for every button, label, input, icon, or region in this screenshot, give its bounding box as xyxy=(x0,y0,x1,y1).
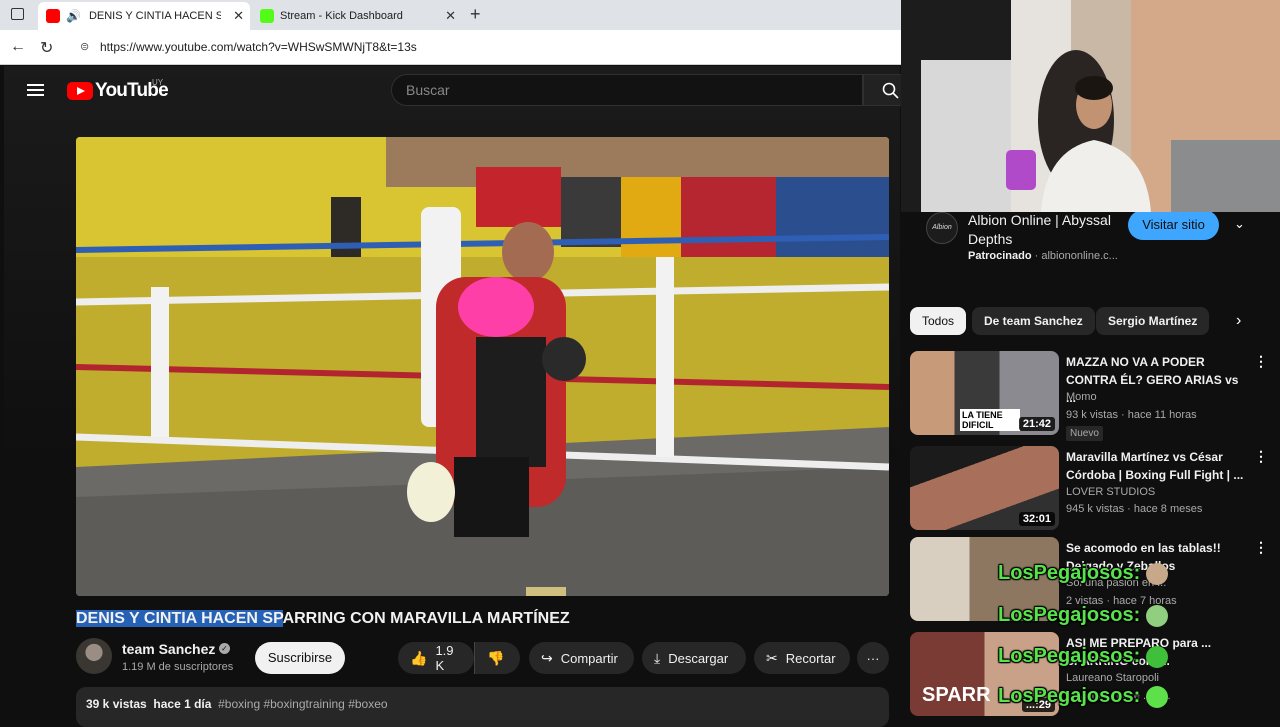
list-item[interactable]: LA TIENE DIFICIL 21:42 MAZZA NO VA A POD… xyxy=(910,351,1270,441)
emote-icon xyxy=(1146,562,1169,585)
webcam-feed xyxy=(901,0,1280,212)
url-text: https://www.youtube.com/watch?v=WHSwSMWN… xyxy=(100,40,417,54)
channel-name: Momo xyxy=(1066,391,1097,403)
video-title-rest: ARRING CON MARAVILLA MARTÍNEZ xyxy=(282,610,570,627)
channel-name: Laureano Staropoli xyxy=(1066,672,1159,684)
duration-badge: 21:42 xyxy=(1018,417,1055,431)
play-logo-icon xyxy=(67,82,93,100)
chat-message: LosPegajosos: xyxy=(998,645,1169,668)
thumbs-down-icon: 👎 xyxy=(487,649,505,666)
subscriber-count: 1.19 M de suscriptores xyxy=(122,661,234,673)
kick-favicon-icon xyxy=(260,9,274,23)
webcam-overlay xyxy=(901,0,1280,212)
channel-avatar[interactable] xyxy=(76,638,112,674)
share-label: Compartir xyxy=(560,650,618,666)
chip-de-team-sanchez[interactable]: De team Sanchez xyxy=(972,307,1095,335)
video-title: Maravilla Martínez vs César Córdoba | Bo… xyxy=(1066,450,1244,482)
video-thumbnail[interactable]: 32:01 xyxy=(910,446,1059,530)
tab-youtube[interactable]: 🔊 DENIS Y CINTIA HACEN SPA ✕ xyxy=(38,2,250,30)
duration-badge: 32:01 xyxy=(1018,512,1055,526)
tab-overview-icon[interactable] xyxy=(11,8,24,20)
tab-kick[interactable]: Stream - Kick Dashboard ✕ xyxy=(252,2,462,30)
hashtags[interactable]: #boxing #boxingtraining #boxeo xyxy=(218,697,387,711)
share-button[interactable]: ↪ Compartir xyxy=(529,642,634,674)
thumbnail-caption: SPARR xyxy=(922,684,991,706)
menu-icon[interactable] xyxy=(27,84,44,96)
new-badge: Nuevo xyxy=(1066,426,1103,441)
chat-message: LosPegajosos: xyxy=(998,562,1169,585)
tab-title: DENIS Y CINTIA HACEN SPA xyxy=(88,10,221,22)
emote-icon xyxy=(1146,645,1169,668)
channel-name[interactable]: team Sanchez xyxy=(122,641,215,657)
chevron-right-icon[interactable]: › xyxy=(1236,312,1241,330)
more-horizontal-icon: ··· xyxy=(866,650,880,666)
speaker-icon[interactable]: 🔊 xyxy=(66,9,81,23)
download-button[interactable]: ⤓ Descargar xyxy=(642,642,746,674)
tab-title: Stream - Kick Dashboard xyxy=(280,10,403,22)
ad-title: Albion Online | Abyssal Depths xyxy=(968,212,1111,247)
thumbnail-caption: LA TIENE DIFICIL xyxy=(960,409,1020,431)
new-tab-icon[interactable]: + xyxy=(470,4,481,25)
country-code: UY xyxy=(152,78,164,87)
download-label: Descargar xyxy=(668,650,729,666)
visit-site-button[interactable]: Visitar sitio xyxy=(1128,210,1219,240)
video-meta: 93 k vistas · hace 11 horas xyxy=(1066,409,1197,421)
share-icon: ↪ xyxy=(541,649,553,666)
chat-username: LosPegajosos: xyxy=(998,645,1141,667)
clip-button[interactable]: ✂ Recortar xyxy=(754,642,850,674)
search-button[interactable] xyxy=(863,74,903,106)
ad-domain: albiononline.c... xyxy=(1041,250,1118,262)
more-vertical-icon[interactable]: ⋮ xyxy=(1254,353,1268,370)
alien-emote-icon xyxy=(1146,604,1169,627)
ad-logo: Albion xyxy=(926,212,958,244)
more-vertical-icon[interactable]: ⋮ xyxy=(1254,448,1268,465)
download-icon: ⤓ xyxy=(654,649,661,666)
video-title-selected: DENIS Y CINTIA HACEN SP xyxy=(76,610,283,627)
verified-icon: ✓ xyxy=(219,643,230,654)
url-field[interactable]: ⊜ https://www.youtube.com/watch?v=WHSwSM… xyxy=(72,35,922,60)
site-info-icon[interactable]: ⊜ xyxy=(80,35,89,60)
upload-age: hace 1 día xyxy=(153,697,212,711)
thumbs-up-icon: 👍 xyxy=(410,649,428,666)
description-box[interactable]: 39 k vistas hace 1 día #boxing #boxingtr… xyxy=(76,687,889,727)
like-button[interactable]: 👍 1.9 K xyxy=(398,642,474,674)
ad-meta: Patrocinado · albiononline.c... xyxy=(968,250,1118,262)
chat-username: LosPegajosos: xyxy=(998,685,1141,707)
dislike-button[interactable]: 👎 xyxy=(474,642,520,674)
view-count: 39 k vistas xyxy=(86,697,147,711)
reload-icon[interactable]: ↻ xyxy=(40,38,53,58)
smile-emote-icon xyxy=(1146,685,1169,708)
close-tab-icon[interactable]: ✕ xyxy=(445,8,456,24)
scissors-icon: ✂ xyxy=(766,649,778,666)
channel-name: LOVER STUDIOS xyxy=(1066,486,1156,498)
chat-message: LosPegajosos: xyxy=(998,685,1169,708)
video-meta: 945 k vistas · hace 8 meses xyxy=(1066,503,1203,515)
chat-username: LosPegajosos: xyxy=(998,562,1141,584)
more-vertical-icon[interactable]: ⋮ xyxy=(1254,539,1268,556)
list-item[interactable]: 32:01 Maravilla Martínez vs César Córdob… xyxy=(910,446,1270,532)
like-count: 1.9 K xyxy=(435,643,454,673)
youtube-favicon-icon xyxy=(46,9,60,23)
video-frame xyxy=(76,137,889,596)
video-player[interactable] xyxy=(76,137,889,596)
subscribe-button[interactable]: Suscribirse xyxy=(255,642,345,674)
chip-sergio-martinez[interactable]: Sergio Martínez xyxy=(1096,307,1210,335)
sponsored-label: Patrocinado xyxy=(968,250,1032,262)
back-arrow-icon[interactable]: ← xyxy=(10,38,26,56)
chat-username: LosPegajosos: xyxy=(998,604,1141,626)
more-actions-button[interactable]: ··· xyxy=(857,642,889,674)
chevron-down-icon[interactable]: ⌄ xyxy=(1234,216,1245,232)
clip-label: Recortar xyxy=(785,650,836,666)
video-thumbnail[interactable]: LA TIENE DIFICIL 21:42 xyxy=(910,351,1059,435)
close-tab-icon[interactable]: ✕ xyxy=(233,8,244,24)
search-icon xyxy=(882,82,899,99)
chip-todos[interactable]: Todos xyxy=(910,307,967,335)
video-title: DENIS Y CINTIA HACEN SPARRING CON MARAVI… xyxy=(76,610,570,628)
search-input[interactable]: Buscar xyxy=(391,74,863,106)
chat-message: LosPegajosos: xyxy=(998,604,1169,627)
